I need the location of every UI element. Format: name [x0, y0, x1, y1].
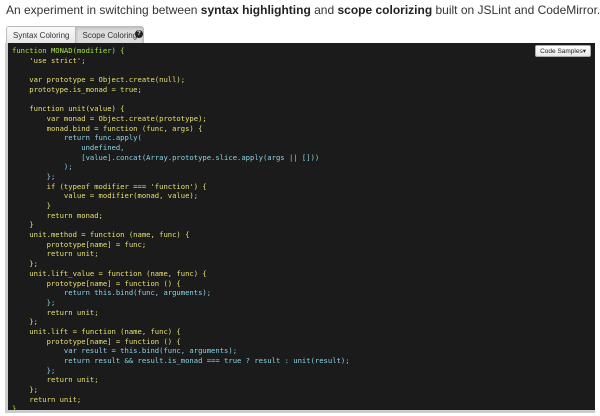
- code-line: prototype[name] = function () {: [12, 336, 181, 346]
- code-line: };: [12, 385, 38, 395]
- code-editor[interactable]: function MONAD(modifier) { 'use strict';…: [5, 43, 595, 413]
- code-line: return unit;: [12, 394, 82, 404]
- code-line: return result && result.is_monad === tru…: [12, 356, 350, 365]
- code-line: };: [12, 297, 56, 307]
- code-samples-dropdown[interactable]: Code Samples▾: [535, 45, 591, 57]
- code-line: return func.apply(: [12, 133, 142, 143]
- code-line: monad.bind = function (func, args) {: [12, 123, 203, 133]
- code-line: unit.lift_value = function (name, func) …: [12, 268, 207, 278]
- intro-bold-scope: scope colorizing: [337, 3, 433, 17]
- help-icon[interactable]: ?: [135, 30, 143, 38]
- code-line: function MONAD(modifier) {: [12, 46, 125, 55]
- code-line: }: [12, 404, 17, 414]
- code-line: return this.bind(func, arguments);: [12, 288, 212, 298]
- code-line: var prototype = Object.create(null);: [12, 75, 186, 85]
- code-line: }: [12, 220, 34, 230]
- code-line: };: [12, 171, 56, 181]
- code-line: );: [12, 162, 73, 172]
- code-line: }: [12, 201, 51, 210]
- scope-coloring-button[interactable]: Scope Coloring: [75, 27, 144, 44]
- syntax-coloring-button[interactable]: Syntax Coloring: [7, 27, 76, 44]
- code-line: var result = this.bind(func, arguments);: [12, 346, 238, 356]
- code-line: var monad = Object.create(prototype);: [12, 113, 207, 123]
- code-lines: function MONAD(modifier) { 'use strict';…: [12, 46, 591, 414]
- code-line: unit.lift = function (name, func) {: [12, 326, 181, 336]
- intro-part: An experiment in switching between: [6, 3, 201, 17]
- code-line: prototype[name] = func;: [12, 239, 147, 249]
- code-line: undefined,: [12, 142, 125, 152]
- code-line: value = modifier(monad, value);: [12, 191, 199, 201]
- code-line: };: [12, 259, 38, 269]
- code-line: };: [12, 317, 38, 327]
- intro-part: built on JSLint and CodeMirror.: [432, 3, 600, 17]
- intro-part: and: [310, 3, 338, 17]
- intro-text: An experiment in switching between synta…: [6, 3, 600, 17]
- code-line: return monad;: [12, 210, 103, 220]
- code-line: function unit(value) {: [12, 104, 125, 114]
- code-line: return unit;: [12, 375, 99, 385]
- intro-bold-syntax: syntax highlighting: [200, 3, 311, 17]
- code-line: };: [12, 365, 56, 375]
- code-line: unit.method = function (name, func) {: [12, 230, 190, 240]
- code-line: [value].concat(Array.prototype.slice.app…: [12, 152, 320, 162]
- code-line: return unit;: [12, 307, 99, 317]
- code-line: prototype.is_monad = true;: [12, 84, 142, 94]
- code-line: return unit;: [12, 249, 99, 259]
- code-line: if (typeof modifier === 'function') {: [12, 181, 207, 191]
- code-line: prototype[name] = function () {: [12, 278, 181, 288]
- code-line: 'use strict';: [12, 55, 86, 65]
